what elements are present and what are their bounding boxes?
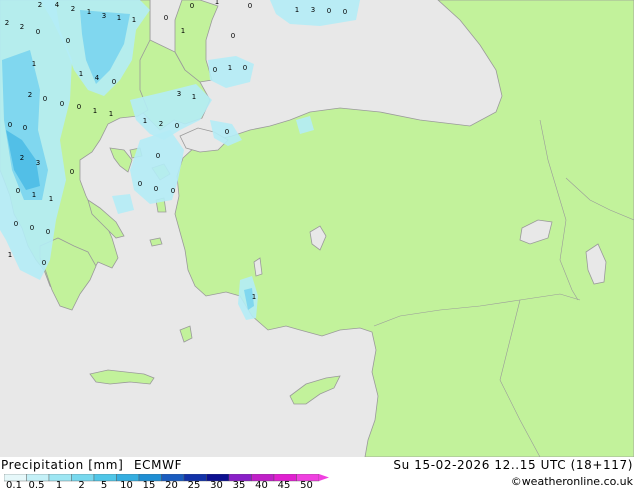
amount-label: 0 xyxy=(327,7,331,15)
amount-label: 0 xyxy=(16,187,20,195)
amount-label: 2 xyxy=(38,1,42,9)
amount-label: 3 xyxy=(177,90,181,98)
precipitation-map: 2 4 2 1 3 1 1 0 0 1 1 0 1 3 0 0 2 2 0 0 0 1 1 4 0 0 1 0 2 0 0 0 1 1 3 1 0 0 1 2… xyxy=(0,0,634,457)
legend-tick-label: 10 xyxy=(120,480,133,491)
amount-label: 0 xyxy=(343,8,347,16)
amount-label: 0 xyxy=(14,220,18,228)
legend-tick-label: 0.1 xyxy=(6,480,22,491)
amount-label: 1 xyxy=(32,60,36,68)
amount-label: 0 xyxy=(66,37,70,45)
legend-tick-label: 1 xyxy=(55,480,63,491)
amount-label: 0 xyxy=(248,2,252,10)
legend-tick-label: 25 xyxy=(187,480,201,491)
legend-arrow xyxy=(319,474,329,481)
amount-label: 1 xyxy=(181,27,185,35)
amount-label: 2 xyxy=(71,5,75,13)
amount-label: 0 xyxy=(213,66,217,74)
amount-label: 2 xyxy=(28,91,32,99)
amount-label: 1 xyxy=(8,251,12,259)
amount-label: 4 xyxy=(55,1,60,9)
credit-text: ©weatheronline.co.uk xyxy=(510,475,633,488)
amount-label: 4 xyxy=(95,74,100,82)
legend-tick-label: 5 xyxy=(100,480,108,491)
amount-label: 0 xyxy=(243,64,247,72)
amount-label: 0 xyxy=(231,32,235,40)
amount-label: 1 xyxy=(109,110,113,118)
amount-label: 0 xyxy=(42,259,46,267)
legend-tick-label: 30 xyxy=(210,480,223,491)
amount-label: 3 xyxy=(36,159,40,167)
amount-label: 1 xyxy=(49,195,53,203)
legend-tick-label: 2 xyxy=(78,480,85,491)
amount-label: 1 xyxy=(192,93,196,101)
amount-label: 0 xyxy=(46,228,50,236)
amount-label: 1 xyxy=(93,107,97,115)
amount-label: 0 xyxy=(138,180,142,188)
legend-tick-label: 50 xyxy=(300,480,313,491)
amount-label: 1 xyxy=(117,14,121,22)
amount-label: 1 xyxy=(32,191,36,199)
amount-label: 0 xyxy=(36,28,40,36)
amount-label: 1 xyxy=(295,6,299,14)
amount-label: 0 xyxy=(225,128,229,136)
amount-label: 2 xyxy=(20,154,24,162)
amount-label: 0 xyxy=(171,187,175,195)
amount-label: 2 xyxy=(159,120,163,128)
amount-label: 1 xyxy=(252,293,256,301)
amount-label: 0 xyxy=(8,121,12,129)
legend-tick-label: 20 xyxy=(165,480,178,491)
amount-label: 2 xyxy=(5,19,9,27)
amount-label: 0 xyxy=(23,124,27,132)
legend-tick-label: 45 xyxy=(277,480,291,491)
amount-label: 1 xyxy=(87,8,91,16)
amount-label: 0 xyxy=(77,103,81,111)
amount-label: 2 xyxy=(20,23,24,31)
amount-label: 1 xyxy=(143,117,147,125)
amount-label: 1 xyxy=(215,0,219,6)
product-title: Precipitation [mm] xyxy=(1,458,124,472)
valid-time: Su 15-02-2026 12..15 UTC (18+117) xyxy=(393,458,633,472)
legend-tick-label: 35 xyxy=(232,480,246,491)
amount-label: 0 xyxy=(175,122,179,130)
amount-label: 0 xyxy=(70,168,74,176)
amount-label: 0 xyxy=(30,224,34,232)
legend-tick-label: 0.5 xyxy=(28,480,45,491)
amount-label: 0 xyxy=(60,100,64,108)
amount-label: 1 xyxy=(228,64,232,72)
amount-label: 0 xyxy=(154,185,158,193)
amount-label: 0 xyxy=(112,78,116,86)
legend-tick-label: 40 xyxy=(255,480,268,491)
amount-label: 0 xyxy=(164,14,168,22)
amount-label: 3 xyxy=(311,6,315,14)
amount-label: 1 xyxy=(132,16,136,24)
amount-label: 0 xyxy=(156,152,160,160)
amount-label: 0 xyxy=(43,95,47,103)
model-name: ECMWF xyxy=(134,458,183,472)
amount-label: 3 xyxy=(102,12,106,20)
legend-tick-label: 15 xyxy=(142,480,156,491)
amount-label: 1 xyxy=(79,70,83,78)
amount-label: 0 xyxy=(190,2,194,10)
